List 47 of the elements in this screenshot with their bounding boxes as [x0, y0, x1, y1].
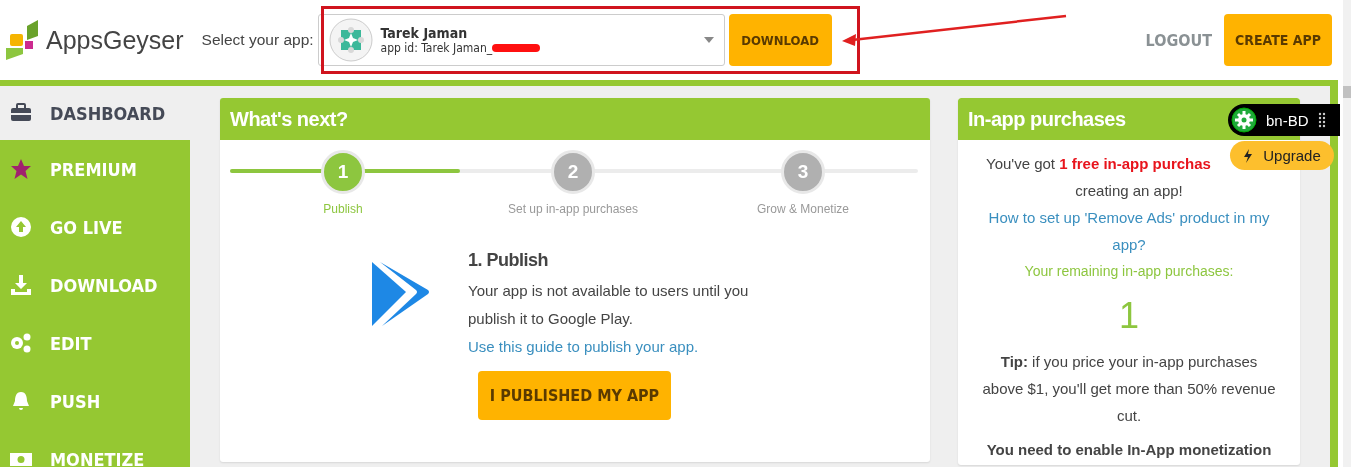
sidebar-item[interactable]: MONETIZE	[0, 430, 190, 467]
play-store-icon	[370, 260, 430, 328]
dropdown-caret-icon	[703, 37, 714, 43]
app-name: Tarek Jaman	[380, 25, 469, 41]
language-widget[interactable]: bn-BD	[1228, 104, 1340, 136]
remaining-count: 1	[1119, 294, 1139, 338]
sidebar-item[interactable]: GO LIVE	[0, 198, 190, 256]
gear-icon	[1231, 107, 1257, 133]
logo-text: AppsGeyser	[46, 25, 184, 55]
step-circle[interactable]: 1	[321, 150, 365, 194]
upgrade-button[interactable]: Upgrade	[1230, 141, 1334, 170]
app-id: app id: Tarek Jaman_	[380, 41, 493, 55]
app-select[interactable]: Tarek Jaman app id: Tarek Jaman_	[317, 14, 725, 66]
redaction-mark	[492, 44, 541, 52]
publish-paragraph: Your app is not available to users until you publish it to Google Play. Use this guide to publish your app.	[468, 281, 750, 357]
sidebar-item[interactable]: EDIT	[0, 314, 190, 372]
tip-text: Tip: if you price your in-app purchases above $1, you'll get more than 50% revenue cut.	[981, 352, 1277, 426]
card-title: What's next?	[220, 98, 930, 140]
intro-text: creating an app!	[1075, 181, 1183, 201]
app-icon	[328, 18, 373, 62]
select-label: Select your app:	[201, 31, 314, 49]
step-label: Publish	[323, 202, 363, 216]
help-link[interactable]: How to set up 'Remove Ads' product in my app?	[972, 204, 1286, 258]
create-app-button[interactable]: CREATE APP	[1224, 14, 1332, 66]
remaining-label: Your remaining in-app purchases:	[1024, 262, 1234, 281]
sidebar-item[interactable]: DOWNLOAD	[0, 256, 190, 314]
download-button[interactable]: DOWNLOAD	[728, 14, 832, 66]
published-button[interactable]: I PUBLISHED MY APP	[478, 371, 671, 420]
guide-link[interactable]: Use this guide to publish your app.	[468, 338, 699, 355]
sidebar-item[interactable]: PREMIUM	[0, 140, 190, 198]
step-heading: 1. Publish	[468, 250, 550, 271]
lightning-icon	[1243, 148, 1254, 163]
download-icon	[9, 273, 33, 297]
sidebar-item[interactable]: PUSH	[0, 372, 190, 430]
logout-link[interactable]: LOGOUT	[1145, 30, 1212, 50]
drag-handle-icon	[1317, 112, 1326, 128]
intro-text: You've got 1 free in-app purchas	[986, 154, 1211, 174]
step-label: Grow & Monetize	[756, 202, 849, 216]
notice-text: You need to enable In-App monetization	[986, 441, 1272, 458]
star-icon	[9, 157, 33, 181]
scrollbar[interactable]	[1343, 0, 1351, 467]
logo-icon	[5, 20, 39, 60]
step-circle[interactable]: 3	[781, 150, 825, 194]
step-label: Set up in-app purchases	[507, 202, 639, 216]
step-circle[interactable]: 2	[551, 150, 595, 194]
gears-icon	[9, 331, 33, 355]
upload-icon	[9, 215, 33, 239]
